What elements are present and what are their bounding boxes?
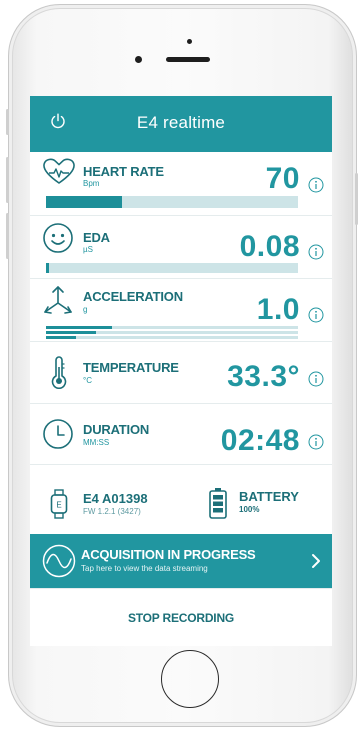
eda-face-icon	[42, 222, 74, 259]
acceleration-y-bar	[46, 331, 298, 334]
info-icon[interactable]	[308, 244, 324, 260]
clock-icon	[42, 418, 74, 455]
metric-label: TEMPERATURE	[83, 360, 179, 375]
signal-wave-icon	[42, 544, 76, 583]
metric-unit: Bpm	[83, 179, 100, 188]
chevron-right-icon[interactable]	[311, 553, 321, 574]
metric-label: ACCELERATION	[83, 289, 183, 304]
metric-label: DURATION	[83, 422, 150, 437]
metric-row-acceleration: ACCELERATION g 1.0	[30, 279, 332, 342]
earpiece-speaker	[166, 57, 210, 62]
device-firmware: FW 1.2.1 (3427)	[83, 507, 141, 516]
acceleration-z-bar	[46, 336, 298, 339]
acceleration-x-bar-fill	[46, 326, 112, 329]
battery-icon	[208, 487, 228, 524]
acceleration-icon	[42, 284, 74, 323]
battery-label: BATTERY	[239, 489, 299, 504]
metric-row-heart-rate: HEART RATE Bpm 70	[30, 152, 332, 216]
metric-label: EDA	[83, 230, 110, 245]
heart-icon	[42, 157, 76, 190]
top-bar: E4 realtime	[30, 96, 332, 152]
info-icon[interactable]	[308, 177, 324, 193]
home-button[interactable]	[161, 650, 219, 708]
volume-down-button	[6, 213, 9, 259]
app-screen: E4 realtime HEART RATE Bpm 70 EDA µS 0.0…	[30, 96, 332, 646]
metric-unit: MM:SS	[83, 438, 110, 447]
info-icon[interactable]	[308, 434, 324, 450]
metric-value: 02:48	[220, 424, 300, 457]
metric-value: 70	[265, 162, 300, 195]
proximity-sensor	[135, 56, 142, 63]
power-side-button	[355, 173, 358, 225]
svg-text:E: E	[56, 501, 61, 510]
metric-row-eda: EDA µS 0.08	[30, 216, 332, 279]
info-icon[interactable]	[308, 307, 324, 323]
mute-switch	[6, 109, 9, 135]
acquisition-subtitle: Tap here to view the data streaming	[81, 564, 208, 573]
acquisition-banner[interactable]: ACQUISITION IN PROGRESS Tap here to view…	[30, 534, 332, 588]
acceleration-y-bar-fill	[46, 331, 97, 334]
metric-unit: µS	[83, 245, 93, 254]
volume-up-button	[6, 157, 9, 203]
metric-unit: °C	[83, 376, 92, 385]
metric-value: 0.08	[239, 230, 300, 263]
page-title: E4 realtime	[136, 113, 226, 132]
acceleration-z-bar-fill	[46, 336, 77, 339]
acquisition-title: ACQUISITION IN PROGRESS	[81, 547, 256, 562]
info-icon[interactable]	[308, 371, 324, 387]
stop-recording-button[interactable]: STOP RECORDING	[30, 588, 332, 646]
stop-recording-label: STOP RECORDING	[127, 611, 235, 625]
eda-bar-fill	[46, 263, 49, 273]
metric-value: 33.3°	[227, 360, 300, 393]
metric-row-temperature: TEMPERATURE °C 33.3°	[30, 342, 332, 404]
metric-unit: g	[83, 305, 88, 314]
device-name: E4 A01398	[83, 491, 148, 506]
watch-icon: E	[50, 489, 68, 524]
acceleration-x-bar	[46, 326, 298, 329]
eda-bar	[46, 263, 298, 273]
battery-level: 100%	[239, 505, 260, 514]
metric-value: 1.0	[256, 293, 300, 326]
device-status-row: E E4 A01398 FW 1.2.1 (3427) BATTERY 100%	[30, 465, 332, 533]
front-camera	[187, 39, 192, 44]
thermometer-icon	[50, 355, 68, 394]
metric-row-duration: DURATION MM:SS 02:48	[30, 404, 332, 465]
heart-rate-bar	[46, 196, 298, 208]
metric-label: HEART RATE	[83, 164, 164, 179]
heart-rate-bar-fill	[46, 196, 122, 208]
